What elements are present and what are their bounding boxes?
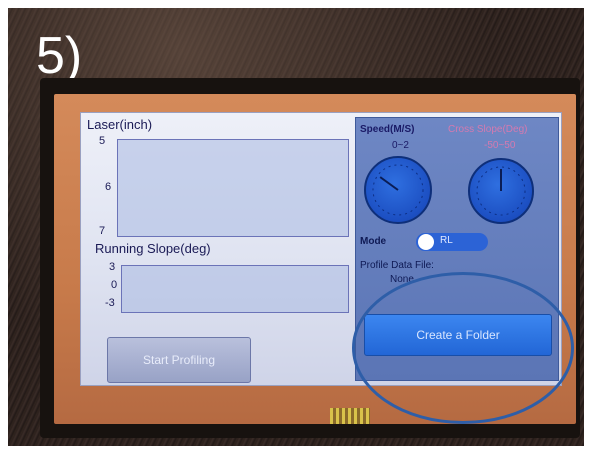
ribbon-connector [330,408,370,424]
laser-plot [117,139,349,237]
running-slope-label: Running Slope(deg) [95,241,211,256]
laser-tick-mid: 6 [105,181,112,193]
profile-file-label: Profile Data File: [360,260,434,271]
slope-tick-bottom: -3 [105,297,115,309]
running-slope-plot [121,265,349,313]
cross-slope-gauge-face [476,166,526,216]
slope-tick-top: 3 [109,261,116,273]
highlight-circle [352,272,574,424]
slope-tick-mid: 0 [111,279,118,291]
speed-range: 0~2 [392,140,409,151]
laser-label: Laser(inch) [87,117,153,132]
mode-toggle[interactable]: RL [416,233,488,251]
start-profiling-button[interactable]: Start Profiling [107,337,251,383]
speed-gauge-face [372,164,424,216]
speed-label: Speed(M/S) [360,124,415,135]
toggle-text: RL [440,235,453,246]
speed-needle [379,176,399,191]
cross-slope-range: -50~50 [484,140,516,151]
mode-label: Mode [360,236,387,247]
cross-slope-gauge [468,158,534,224]
laser-tick-top: 5 [99,135,106,147]
step-number: 5) [36,27,83,85]
laser-tick-bottom: 7 [99,225,106,237]
speed-gauge [364,156,432,224]
cross-slope-label: Cross Slope(Deg) [448,124,528,135]
toggle-knob [418,234,434,250]
